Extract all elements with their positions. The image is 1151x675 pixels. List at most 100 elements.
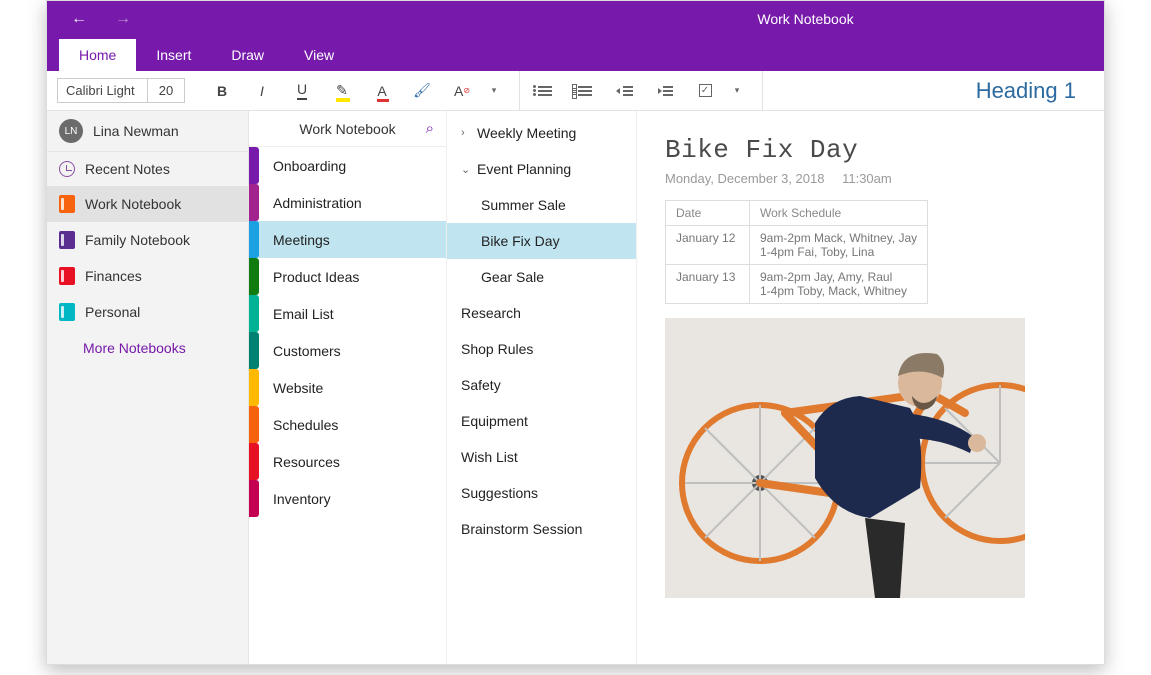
- indent-button[interactable]: [654, 78, 676, 104]
- section-label: Schedules: [259, 417, 338, 433]
- number-list-button[interactable]: [574, 78, 596, 104]
- note-image[interactable]: [665, 318, 1025, 598]
- section-item[interactable]: Administration: [249, 184, 446, 221]
- sidebar-item-recent[interactable]: Recent Notes: [47, 152, 248, 186]
- section-item[interactable]: Meetings: [249, 221, 446, 258]
- bold-button[interactable]: B: [211, 78, 233, 104]
- section-label: Resources: [259, 454, 340, 470]
- notebook-sidebar: LN Lina Newman Recent Notes Work Noteboo…: [47, 111, 249, 664]
- section-label: Inventory: [259, 491, 331, 507]
- page-item[interactable]: Bike Fix Day: [447, 223, 636, 259]
- font-color-button[interactable]: A: [371, 78, 393, 104]
- section-item[interactable]: Inventory: [249, 480, 446, 517]
- tab-insert[interactable]: Insert: [136, 39, 211, 71]
- tab-draw[interactable]: Draw: [211, 39, 284, 71]
- note-canvas[interactable]: Bike Fix Day Monday, December 3, 2018 11…: [636, 111, 1104, 664]
- section-item[interactable]: Email List: [249, 295, 446, 332]
- schedule-table[interactable]: Date Work Schedule January 12 9am-2pm Ma…: [665, 200, 928, 304]
- page-item[interactable]: Summer Sale: [447, 187, 636, 223]
- page-item[interactable]: ⌄Event Planning: [447, 151, 636, 187]
- paragraph-more-dropdown[interactable]: ▾: [726, 78, 748, 104]
- search-icon[interactable]: ⌕: [426, 120, 434, 137]
- paint-button[interactable]: 🖌: [411, 78, 433, 104]
- section-color-tab: [249, 295, 259, 332]
- underline-button[interactable]: U: [291, 78, 313, 104]
- table-row: January 12 9am-2pm Mack, Whitney, Jay 1-…: [666, 226, 928, 265]
- section-color-tab: [249, 184, 259, 221]
- chevron-down-icon[interactable]: ⌄: [461, 163, 477, 176]
- page-label: Safety: [461, 377, 501, 393]
- ribbon: B I U ✎ A 🖌 A⊘ ▾ ✓ ▾ Heading 1: [47, 71, 1104, 111]
- tab-home[interactable]: Home: [59, 39, 136, 71]
- tab-view[interactable]: View: [284, 39, 354, 71]
- page-label: Suggestions: [461, 485, 538, 501]
- notebook-icon: [59, 267, 75, 285]
- section-header: Work Notebook ⌕: [249, 111, 446, 147]
- style-heading1[interactable]: Heading 1: [958, 78, 1094, 104]
- page-label: Gear Sale: [481, 269, 544, 285]
- section-color-tab: [249, 406, 259, 443]
- page-item[interactable]: Brainstorm Session: [447, 511, 636, 547]
- notebook-icon: [59, 303, 75, 321]
- page-item[interactable]: Gear Sale: [447, 259, 636, 295]
- page-label: Event Planning: [477, 161, 571, 177]
- bullet-list-button[interactable]: [534, 78, 556, 104]
- font-size-input[interactable]: [148, 79, 184, 102]
- page-item[interactable]: Wish List: [447, 439, 636, 475]
- section-header-title: Work Notebook: [299, 121, 395, 137]
- page-list: ›Weekly Meeting⌄Event PlanningSummer Sal…: [446, 111, 636, 664]
- outdent-button[interactable]: [614, 78, 636, 104]
- sidebar-item-family[interactable]: Family Notebook: [47, 222, 248, 258]
- more-notebooks-link[interactable]: More Notebooks: [47, 330, 248, 366]
- section-item[interactable]: Website: [249, 369, 446, 406]
- page-label: Shop Rules: [461, 341, 533, 357]
- window-title: Work Notebook: [757, 11, 853, 27]
- section-item[interactable]: Customers: [249, 332, 446, 369]
- user-account[interactable]: LN Lina Newman: [47, 111, 248, 152]
- clear-format-button[interactable]: A⊘: [451, 78, 473, 104]
- section-label: Email List: [259, 306, 334, 322]
- page-item[interactable]: Research: [447, 295, 636, 331]
- table-cell[interactable]: 9am-2pm Jay, Amy, Raul 1-4pm Toby, Mack,…: [750, 265, 928, 304]
- section-label: Administration: [259, 195, 362, 211]
- note-title[interactable]: Bike Fix Day: [665, 135, 1080, 165]
- page-item[interactable]: Safety: [447, 367, 636, 403]
- font-name-input[interactable]: [58, 79, 148, 102]
- forward-arrow-icon[interactable]: →: [115, 10, 131, 28]
- section-color-tab: [249, 443, 259, 480]
- sidebar-item-personal[interactable]: Personal: [47, 294, 248, 330]
- font-more-dropdown[interactable]: ▾: [483, 78, 505, 104]
- page-label: Weekly Meeting: [477, 125, 576, 141]
- chevron-right-icon[interactable]: ›: [461, 127, 477, 139]
- table-header: Date: [666, 201, 750, 226]
- section-item[interactable]: Product Ideas: [249, 258, 446, 295]
- sidebar-item-finances[interactable]: Finances: [47, 258, 248, 294]
- todo-checkbox-button[interactable]: ✓: [694, 78, 716, 104]
- page-label: Research: [461, 305, 521, 321]
- page-item[interactable]: Suggestions: [447, 475, 636, 511]
- note-meta: Monday, December 3, 2018 11:30am: [665, 171, 1080, 186]
- page-item[interactable]: ›Weekly Meeting: [447, 115, 636, 151]
- table-cell[interactable]: 9am-2pm Mack, Whitney, Jay 1-4pm Fai, To…: [750, 226, 928, 265]
- table-row: January 13 9am-2pm Jay, Amy, Raul 1-4pm …: [666, 265, 928, 304]
- sidebar-item-label: Recent Notes: [85, 161, 170, 177]
- page-label: Equipment: [461, 413, 528, 429]
- section-item[interactable]: Resources: [249, 443, 446, 480]
- sidebar-item-label: Personal: [85, 304, 140, 320]
- back-arrow-icon[interactable]: ←: [71, 10, 87, 28]
- table-cell[interactable]: January 12: [666, 226, 750, 265]
- note-time: 11:30am: [842, 171, 892, 186]
- section-color-tab: [249, 480, 259, 517]
- section-color-tab: [249, 147, 259, 184]
- sidebar-item-work[interactable]: Work Notebook: [47, 186, 248, 222]
- section-item[interactable]: Schedules: [249, 406, 446, 443]
- page-item[interactable]: Equipment: [447, 403, 636, 439]
- highlight-button[interactable]: ✎: [331, 78, 353, 104]
- italic-button[interactable]: I: [251, 78, 273, 104]
- user-name: Lina Newman: [93, 123, 179, 139]
- section-item[interactable]: Onboarding: [249, 147, 446, 184]
- section-list: Work Notebook ⌕ Onboarding Administration…: [249, 111, 446, 664]
- page-label: Wish List: [461, 449, 518, 465]
- table-cell[interactable]: January 13: [666, 265, 750, 304]
- page-item[interactable]: Shop Rules: [447, 331, 636, 367]
